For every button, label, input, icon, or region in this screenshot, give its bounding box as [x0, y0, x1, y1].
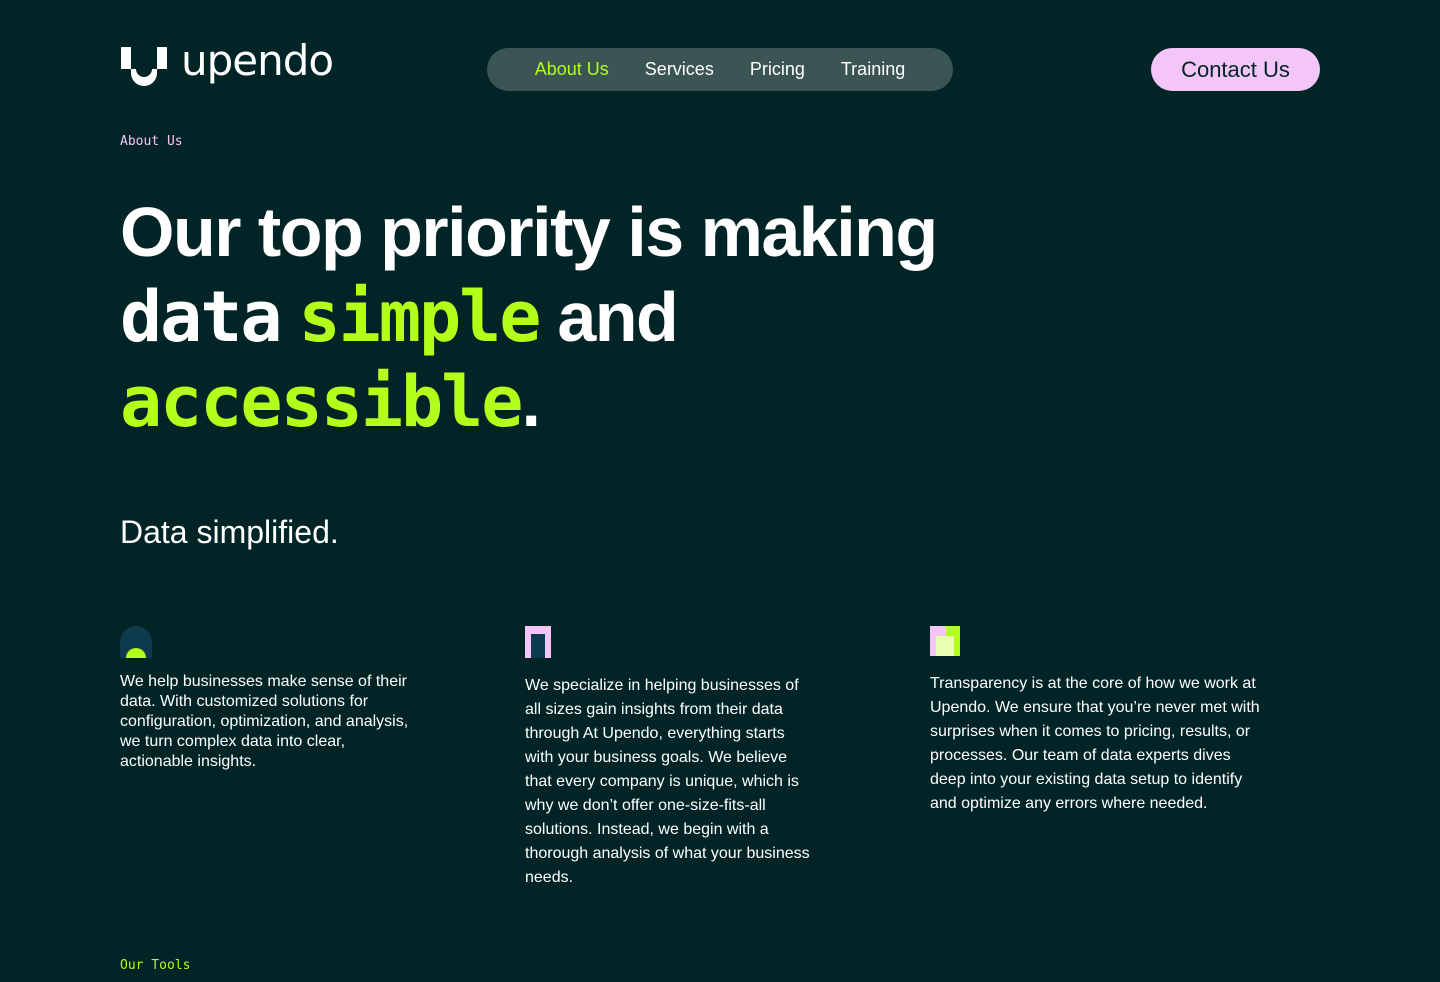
headline-word-simple: simple	[298, 276, 542, 358]
headline-period: .	[521, 363, 540, 441]
page: upendo About Us Services Pricing Trainin…	[0, 0, 1440, 982]
feature-text-1: We help businesses make sense of their d…	[120, 673, 409, 770]
upendo-u-mark-icon	[121, 47, 167, 86]
layered-squares-icon	[930, 626, 960, 656]
arch-dot-icon	[120, 626, 152, 658]
section-eyebrow-tools: Our Tools	[120, 958, 191, 973]
main-nav: About Us Services Pricing Training	[487, 48, 953, 91]
headline-word-data: data	[120, 276, 283, 358]
brand-name: upendo	[181, 36, 334, 85]
brand-logo[interactable]: upendo	[121, 40, 334, 88]
feature-card-2: We specialize in helping businesses of a…	[525, 626, 815, 890]
nav-item-training[interactable]: Training	[841, 59, 905, 80]
feature-card-3: Transparency is at the core of how we wo…	[930, 626, 1270, 816]
nav-item-about-us[interactable]: About Us	[535, 59, 609, 80]
door-frame-icon	[525, 626, 551, 658]
nav-item-services[interactable]: Services	[645, 59, 714, 80]
feature-text-2: We specialize in helping businesses of a…	[525, 677, 810, 886]
hero-headline: Our top priority is making data simple a…	[120, 190, 1020, 445]
feature-card-1: We help businesses make sense of their d…	[120, 626, 410, 772]
feature-text-3: Transparency is at the core of how we wo…	[930, 675, 1260, 812]
headline-line-1: Our top priority is making	[120, 193, 938, 271]
section-subtitle: Data simplified.	[120, 514, 339, 550]
headline-word-and: and	[557, 278, 678, 356]
nav-item-pricing[interactable]: Pricing	[750, 59, 805, 80]
section-eyebrow-about: About Us	[120, 134, 183, 149]
contact-us-button[interactable]: Contact Us	[1151, 48, 1320, 91]
headline-word-accessible: accessible	[120, 361, 523, 443]
